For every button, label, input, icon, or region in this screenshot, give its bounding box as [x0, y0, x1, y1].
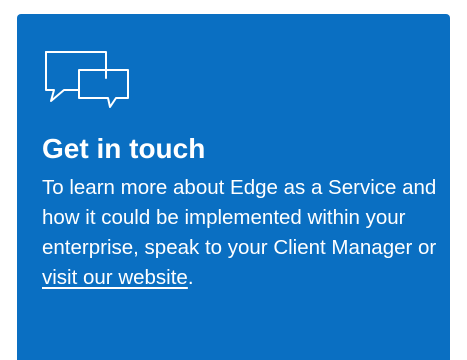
body-trailing-punctuation: .	[187, 266, 194, 289]
get-in-touch-card: Get in touch To learn more about Edge as…	[17, 14, 450, 360]
chat-bubbles-icon	[45, 51, 129, 108]
section-heading: Get in touch	[42, 133, 206, 164]
visit-website-link[interactable]: visit our website	[42, 266, 188, 289]
body-copy: To learn more about Edge as a Service an…	[42, 176, 437, 259]
body-text: To learn more about Edge as a Service an…	[42, 173, 442, 293]
